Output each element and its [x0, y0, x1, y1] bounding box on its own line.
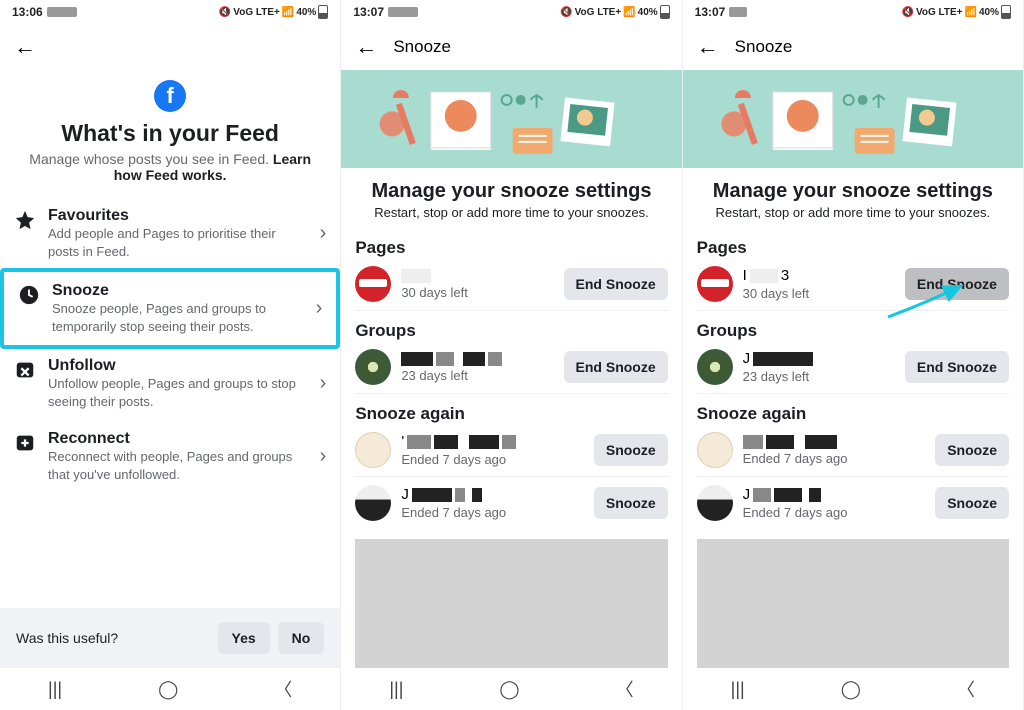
avatar: [355, 349, 391, 385]
snooze-button[interactable]: Snooze: [935, 487, 1009, 519]
android-nav: ||| ◯ 〈: [0, 668, 340, 710]
end-snooze-button[interactable]: End Snooze: [905, 351, 1009, 383]
section-snooze-again: Snooze again: [355, 404, 667, 424]
setting-snooze[interactable]: Snooze Snooze people, Pages and groups t…: [0, 268, 340, 349]
android-nav: ||| ◯ 〈: [341, 668, 681, 710]
end-snooze-button[interactable]: End Snooze: [564, 268, 668, 300]
avatar: [697, 266, 733, 302]
snooze-again-entry[interactable]: Ended 7 days ago Snooze: [697, 424, 1009, 477]
snooze-again-entry[interactable]: J Ended 7 days ago Snooze: [355, 477, 667, 529]
snooze-title: Manage your snooze settings: [351, 180, 671, 203]
snooze-subtitle: Restart, stop or add more time to your s…: [351, 205, 671, 220]
entry-name: J: [743, 486, 926, 503]
status-bar: 13:06 🔇VoG LTE+📶40%: [0, 0, 340, 24]
facebook-logo-icon: [154, 80, 186, 112]
snooze-again-entry[interactable]: J Ended 7 days ago Snooze: [697, 477, 1009, 529]
no-button[interactable]: No: [278, 622, 325, 654]
setting-unfollow[interactable]: Unfollow Unfollow people, Pages and grou…: [0, 347, 340, 420]
section-groups: Groups: [697, 321, 1009, 341]
screen-snooze: 13:07 🔇VoG LTE+📶40% ← Snooze Manage you: [341, 0, 682, 710]
snooze-title: Manage your snooze settings: [693, 180, 1013, 203]
group-entry[interactable]: 23 days left End Snooze: [355, 341, 667, 394]
page-entry[interactable]: 30 days left End Snooze: [355, 258, 667, 311]
section-pages: Pages: [355, 238, 667, 258]
unfollow-icon: [14, 359, 36, 381]
home-button[interactable]: ◯: [499, 679, 519, 700]
section-snooze-again: Snooze again: [697, 404, 1009, 424]
helpful-text: Was this useful?: [16, 630, 118, 646]
entry-name: J: [743, 350, 895, 367]
snooze-again-entry[interactable]: ' Ended 7 days ago Snooze: [355, 424, 667, 477]
group-entry[interactable]: J 23 days left End Snooze: [697, 341, 1009, 394]
section-groups: Groups: [355, 321, 667, 341]
yes-button[interactable]: Yes: [218, 622, 270, 654]
star-icon: [14, 209, 36, 231]
back-button[interactable]: ←: [697, 34, 719, 60]
clock: 13:06: [12, 5, 43, 19]
status-redacted: [388, 7, 418, 17]
entry-name: J: [401, 486, 584, 503]
clock: 13:07: [695, 5, 726, 19]
chevron-right-icon: ›: [320, 222, 327, 245]
clock-icon: [18, 284, 40, 306]
recents-button[interactable]: |||: [48, 679, 62, 700]
illustration: [341, 70, 681, 168]
avatar: [697, 485, 733, 521]
entry-name: [401, 269, 553, 283]
empty-area: [697, 539, 1009, 668]
snooze-button[interactable]: Snooze: [594, 434, 668, 466]
entry-name: [743, 435, 926, 449]
back-button[interactable]: ←: [355, 34, 377, 60]
illustration: [683, 70, 1023, 168]
home-button[interactable]: ◯: [841, 679, 861, 700]
setting-favourites[interactable]: Favourites Add people and Pages to prior…: [0, 197, 340, 270]
page-title: What's in your Feed: [20, 120, 320, 147]
page-entry[interactable]: I 3 30 days left End Snooze: [697, 258, 1009, 311]
avatar: [355, 485, 391, 521]
header-title: Snooze: [735, 37, 793, 57]
status-redacted: [729, 7, 747, 17]
entry-name: [401, 352, 553, 366]
home-button[interactable]: ◯: [158, 679, 178, 700]
status-icons: 🔇VoG LTE+📶40%: [219, 5, 329, 19]
clock: 13:07: [353, 5, 384, 19]
chevron-right-icon: ›: [316, 297, 323, 320]
screen-snooze-highlighted: 13:07 🔇VoG LTE+📶40% ← Snooze Manage you: [683, 0, 1024, 710]
avatar: [697, 349, 733, 385]
status-icons: 🔇VoG LTE+📶40%: [901, 5, 1011, 19]
chevron-right-icon: ›: [320, 372, 327, 395]
status-icons: 🔇VoG LTE+📶40%: [560, 5, 670, 19]
reconnect-icon: [14, 432, 36, 454]
avatar: [697, 432, 733, 468]
back-button-nav[interactable]: 〈: [274, 676, 292, 702]
back-button-nav[interactable]: 〈: [957, 676, 975, 702]
section-pages: Pages: [697, 238, 1009, 258]
back-button-nav[interactable]: 〈: [616, 676, 634, 702]
snooze-button[interactable]: Snooze: [594, 487, 668, 519]
avatar: [355, 432, 391, 468]
recents-button[interactable]: |||: [389, 679, 403, 700]
status-bar: 13:07 🔇VoG LTE+📶40%: [341, 0, 681, 24]
screen-feed-settings: 13:06 🔇VoG LTE+📶40% ← What's in your Fee…: [0, 0, 341, 710]
end-snooze-button[interactable]: End Snooze: [564, 351, 668, 383]
status-redacted: [47, 7, 77, 17]
chevron-right-icon: ›: [320, 445, 327, 468]
helpful-bar: Was this useful? Yes No: [0, 608, 340, 668]
back-button[interactable]: ←: [14, 34, 36, 60]
avatar: [355, 266, 391, 302]
android-nav: ||| ◯ 〈: [683, 668, 1023, 710]
page-subtitle: Manage whose posts you see in Feed. Lear…: [20, 151, 320, 183]
end-snooze-button[interactable]: End Snooze: [905, 268, 1009, 300]
recents-button[interactable]: |||: [731, 679, 745, 700]
snooze-button[interactable]: Snooze: [935, 434, 1009, 466]
status-bar: 13:07 🔇VoG LTE+📶40%: [683, 0, 1023, 24]
setting-reconnect[interactable]: Reconnect Reconnect with people, Pages a…: [0, 420, 340, 493]
empty-area: [355, 539, 667, 668]
header-title: Snooze: [393, 37, 451, 57]
entry-name: I 3: [743, 267, 895, 284]
entry-name: ': [401, 433, 584, 450]
snooze-subtitle: Restart, stop or add more time to your s…: [693, 205, 1013, 220]
